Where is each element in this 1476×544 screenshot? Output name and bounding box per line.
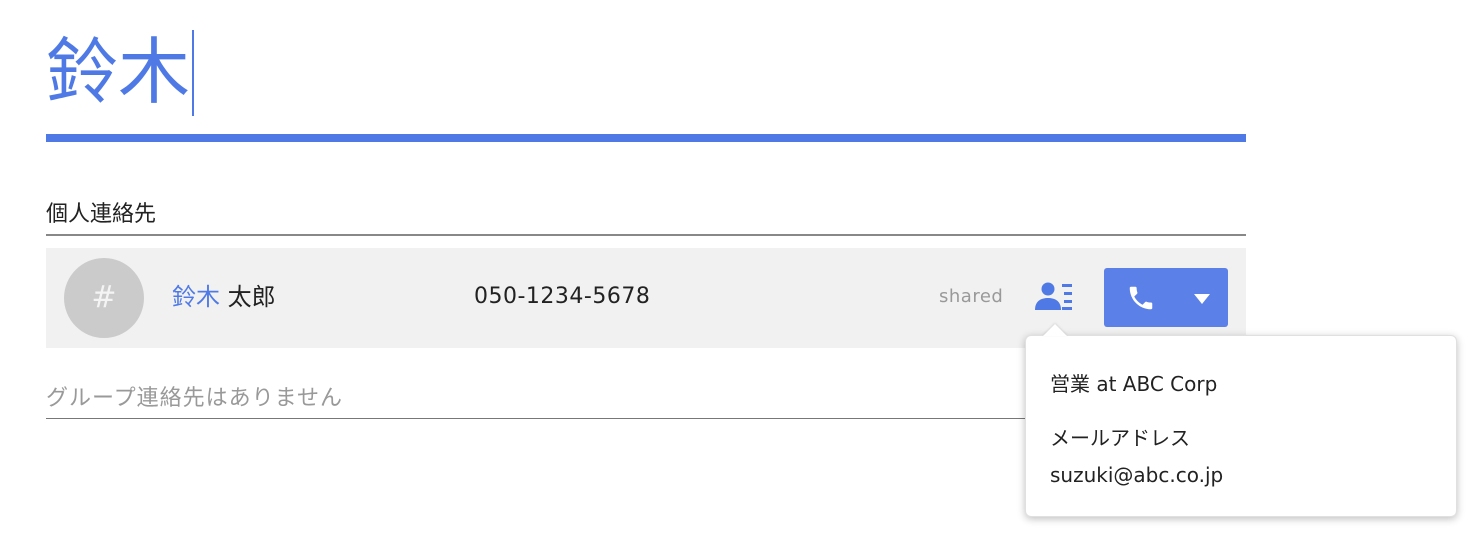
search-query: 鈴木 [46,30,191,114]
personal-contacts-section: 個人連絡先 [46,196,1246,236]
contact-name[interactable]: 鈴木 太郎 [172,278,276,316]
chevron-down-icon[interactable] [1194,294,1210,304]
search-bar[interactable]: 鈴木 [46,20,1246,142]
text-caret [192,30,195,117]
call-button[interactable] [1104,268,1228,327]
avatar: # [64,258,144,338]
phone-icon [1129,286,1153,310]
search-input[interactable]: 鈴木 [46,20,195,124]
shared-label: shared [939,286,1004,307]
contact-phone: 050-1234-5678 [474,284,651,309]
section-divider [46,234,1246,236]
contact-card-icon[interactable] [1034,281,1074,313]
popover-arrow [1043,324,1067,336]
contact-name-match: 鈴木 [172,283,220,311]
search-underline [46,134,1246,142]
popover-title: 営業 at ABC Corp [1050,372,1218,396]
section-title: 個人連絡先 [46,202,157,227]
email-value[interactable]: suzuki@abc.co.jp [1050,463,1223,487]
contact-name-rest: 太郎 [227,283,276,311]
contact-details-popover: 営業 at ABC Corp メールアドレス suzuki@abc.co.jp [1025,335,1457,517]
email-label: メールアドレス [1050,426,1190,450]
